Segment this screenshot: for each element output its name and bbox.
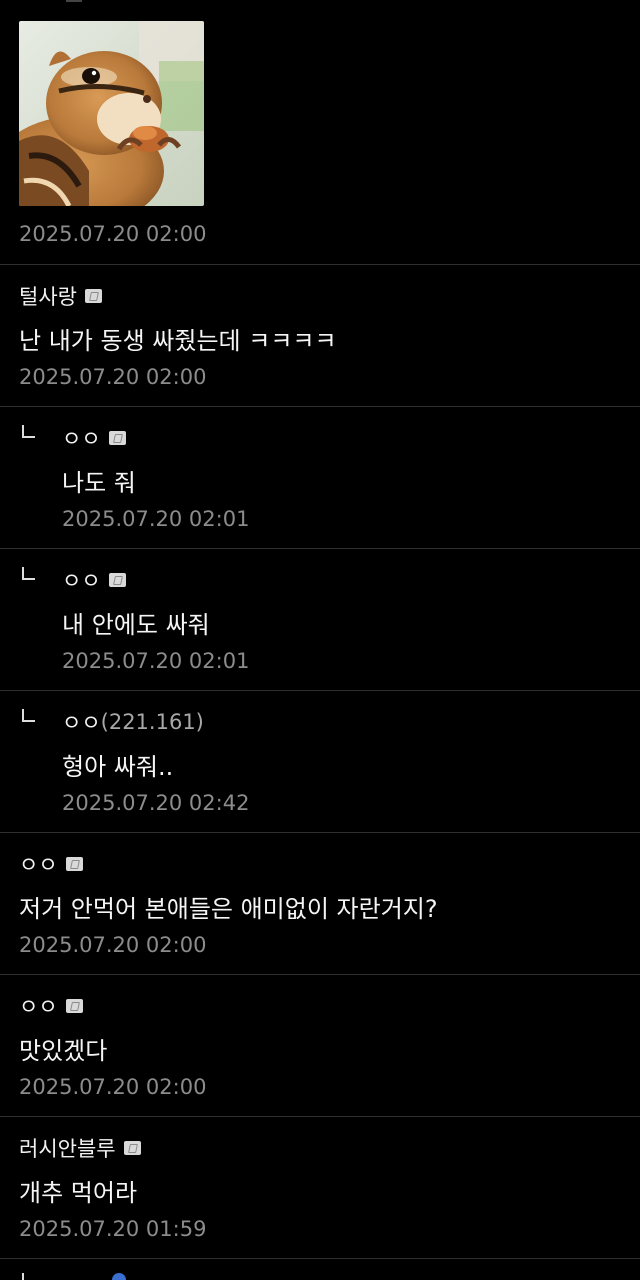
reply-item: ㅇㅇ 나도 줘 2025.07.20 02:01 <box>0 406 640 548</box>
timestamp: 2025.07.20 01:59 <box>19 1217 207 1241</box>
author-nickname: ㅇㅇ <box>19 853 58 877</box>
comment-author[interactable]: ㅇㅇ <box>19 991 83 1021</box>
comment-text: 난 내가 동생 싸줬는데 ㅋㅋㅋㅋ <box>19 327 337 355</box>
timestamp: 2025.07.20 02:00 <box>19 365 207 389</box>
comment-item: 털사랑 난 내가 동생 싸줬는데 ㅋㅋㅋㅋ 2025.07.20 02:00 <box>0 264 640 406</box>
comment-thread: 2025.07.20 02:00 털사랑 난 내가 동생 싸줬는데 ㅋㅋㅋㅋ 2… <box>0 0 640 1280</box>
timestamp: 2025.07.20 02:42 <box>62 791 250 815</box>
timestamp: 2025.07.20 02:01 <box>62 507 250 531</box>
verified-user-icon <box>84 289 102 303</box>
timestamp: 2025.07.20 02:01 <box>62 649 250 673</box>
reply-arrow-icon <box>22 425 35 438</box>
comment-text: 맛있겠다 <box>19 1037 108 1065</box>
reply-arrow-icon <box>22 1273 35 1280</box>
comment-author[interactable]: ㅇㅇ (221.161) <box>62 707 204 737</box>
comment-item: 러시안블루 개추 먹어라 2025.07.20 01:59 <box>0 1116 640 1258</box>
timestamp: 2025.07.20 02:00 <box>19 933 207 957</box>
comment-item-partial <box>0 1258 640 1280</box>
author-nickname: ㅇㅇ <box>62 711 101 735</box>
author-nickname: ㅇㅇ <box>19 995 58 1019</box>
verified-user-icon <box>108 431 126 445</box>
reply-item: ㅇㅇ (221.161) 형아 싸줘.. 2025.07.20 02:42 <box>0 690 640 832</box>
author-nickname: 러시안블루 <box>19 1137 116 1161</box>
comment-author[interactable]: ㅇㅇ <box>62 565 126 595</box>
image-comment: 2025.07.20 02:00 <box>0 0 640 264</box>
verified-user-icon <box>65 857 83 871</box>
verified-user-icon <box>65 999 83 1013</box>
author-ip: (221.161) <box>100 710 204 734</box>
timestamp: 2025.07.20 02:00 <box>19 222 207 246</box>
comment-item: ㅇㅇ 저거 안먹어 본애들은 애미없이 자란거지? 2025.07.20 02:… <box>0 832 640 974</box>
comment-author[interactable]: 러시안블루 <box>19 1133 141 1163</box>
timestamp: 2025.07.20 02:00 <box>19 1075 207 1099</box>
verified-user-icon <box>108 573 126 587</box>
comment-text: 형아 싸줘.. <box>62 753 174 781</box>
comment-author[interactable]: ㅇㅇ <box>19 849 83 879</box>
comment-text: 나도 줘 <box>62 469 136 497</box>
reply-item: ㅇㅇ 내 안에도 싸줘 2025.07.20 02:01 <box>0 548 640 690</box>
author-nickname: 털사랑 <box>19 285 77 309</box>
comment-text: 개추 먹어라 <box>19 1179 138 1207</box>
verified-user-icon <box>123 1141 141 1155</box>
comment-author[interactable]: ㅇㅇ <box>62 423 126 453</box>
comment-item: ㅇㅇ 맛있겠다 2025.07.20 02:00 <box>0 974 640 1116</box>
comment-text: 내 안에도 싸줘 <box>62 611 210 639</box>
comment-author[interactable]: 털사랑 <box>19 281 102 311</box>
author-nickname: ㅇㅇ <box>62 427 101 451</box>
chipmunk-photo[interactable] <box>19 21 204 206</box>
chipmunk-image <box>19 21 204 206</box>
previous-content-stub <box>66 0 82 2</box>
reply-arrow-icon <box>22 709 35 722</box>
comment-text: 저거 안먹어 본애들은 애미없이 자란거지? <box>19 895 438 923</box>
reply-arrow-icon <box>22 567 35 580</box>
avatar <box>112 1273 126 1280</box>
author-nickname: ㅇㅇ <box>62 569 101 593</box>
